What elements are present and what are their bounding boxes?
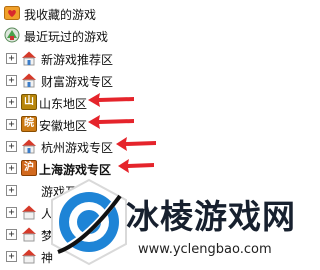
expand-plus-icon[interactable]: + [6, 53, 17, 64]
red-arrow-icon [88, 115, 134, 129]
shandong-region-icon: 山 [21, 94, 37, 110]
house-icon [22, 227, 36, 242]
expand-plus-icon[interactable]: + [6, 163, 17, 174]
expand-plus-icon[interactable]: + [6, 75, 17, 86]
expand-plus-icon[interactable]: + [6, 229, 17, 240]
tree-item-label: 财富游戏专区 [41, 75, 114, 89]
site-logo-icon [51, 178, 127, 266]
tree-item-recent[interactable]: 最近玩过的游戏 [0, 25, 296, 47]
tree-item-anhui[interactable]: + 皖 安徽地区 [0, 114, 296, 136]
tree-item-label: 杭州游戏专区 [41, 141, 114, 155]
house-icon [22, 73, 36, 88]
anhui-region-icon: 皖 [21, 116, 37, 132]
tree-item-label: 新游戏推荐区 [41, 53, 114, 67]
tree-item-new-games[interactable]: + 新游戏推荐区 [0, 48, 296, 70]
expand-plus-icon[interactable]: + [6, 97, 17, 108]
house-icon [22, 205, 36, 220]
tree-item-label: 最近玩过的游戏 [24, 30, 109, 44]
expand-plus-icon[interactable]: + [6, 119, 17, 130]
tree-item-favorites[interactable]: 我收藏的游戏 [0, 3, 296, 25]
recent-games-icon [4, 27, 20, 43]
house-icon [22, 139, 36, 154]
red-arrow-icon [88, 93, 134, 107]
expand-plus-icon[interactable]: + [6, 185, 17, 196]
tree-item-label: 山东地区 [39, 97, 88, 111]
tree-item-shandong[interactable]: + 山 山东地区 [0, 92, 296, 114]
house-icon [22, 51, 36, 66]
expand-plus-icon[interactable]: + [6, 141, 17, 152]
house-icon [22, 249, 36, 264]
expand-plus-icon[interactable]: + [6, 251, 17, 262]
red-arrow-icon [116, 137, 156, 151]
tree-item-fortune-games[interactable]: + 财富游戏专区 [0, 70, 296, 92]
shanghai-region-icon: 沪 [21, 160, 37, 176]
tree-item-label: 安徽地区 [39, 119, 88, 133]
expand-plus-icon[interactable]: + [6, 207, 17, 218]
watermark-url: www.yclengbao.com [138, 242, 272, 257]
watermark-title: 冰棱游戏网 [126, 197, 296, 236]
tree-item-label: 我收藏的游戏 [24, 8, 97, 22]
site-watermark: 冰棱游戏网 www.yclengbao.com [46, 172, 296, 270]
heart-folder-icon [4, 6, 20, 20]
